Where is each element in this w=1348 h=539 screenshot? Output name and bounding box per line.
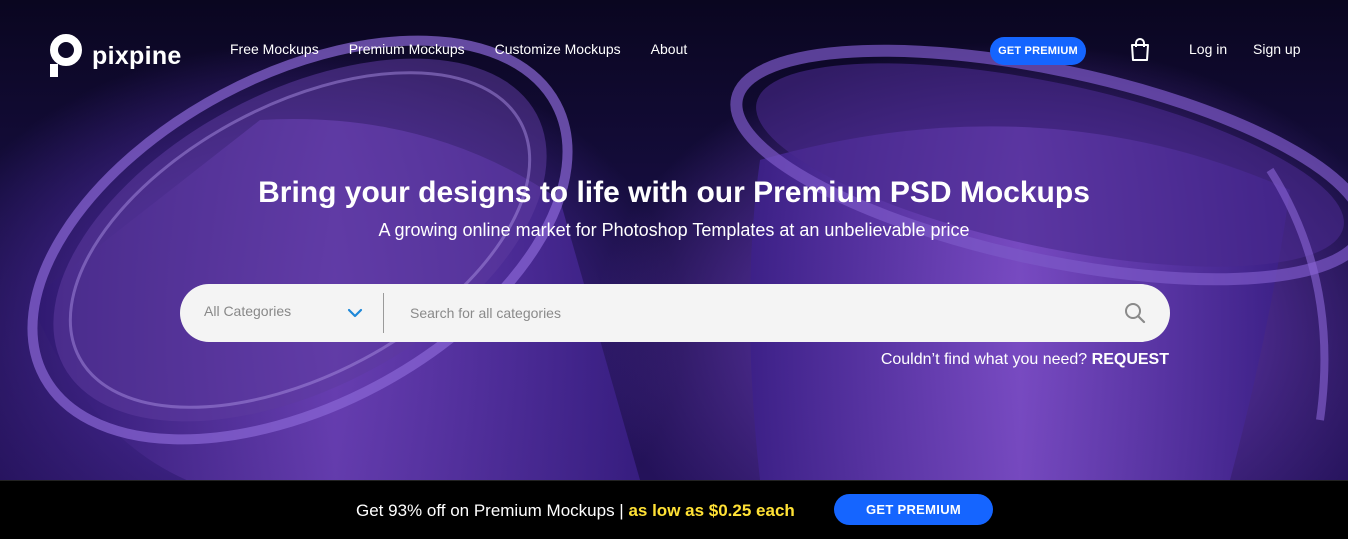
- promo-highlight: as low as $0.25 each: [628, 501, 795, 520]
- login-link[interactable]: Log in: [1189, 41, 1227, 57]
- request-text: Couldn’t find what you need?: [880, 351, 1088, 368]
- request-link[interactable]: REQUEST: [1092, 351, 1169, 368]
- promo-message: Get 93% off on Premium Mockups |: [356, 501, 624, 520]
- search-divider: [383, 293, 384, 333]
- promo-bar: Get 93% off on Premium Mockups | as low …: [0, 480, 1348, 539]
- request-prompt: Couldn’t find what you need? REQUEST: [881, 351, 1169, 369]
- main-nav: Free Mockups Premium Mockups Customize M…: [230, 41, 687, 57]
- pixpine-logo-icon: [50, 34, 82, 78]
- search-input[interactable]: [410, 299, 1110, 327]
- nav-item-free-mockups[interactable]: Free Mockups: [230, 41, 319, 57]
- hero-section: pixpine Free Mockups Premium Mockups Cus…: [0, 0, 1348, 480]
- hero-subtitle: A growing online market for Photoshop Te…: [378, 220, 970, 240]
- promo-text: Get 93% off on Premium Mockups | as low …: [356, 501, 795, 521]
- search-bar: All Categories: [180, 284, 1170, 342]
- search-icon[interactable]: [1124, 302, 1146, 324]
- hero-title: Bring your designs to life with our Prem…: [258, 176, 1090, 209]
- brand-logo[interactable]: pixpine: [50, 34, 182, 78]
- shopping-bag-icon[interactable]: [1129, 38, 1151, 62]
- signup-link[interactable]: Sign up: [1253, 41, 1300, 57]
- nav-item-premium-mockups[interactable]: Premium Mockups: [349, 41, 465, 57]
- chevron-down-icon[interactable]: [346, 306, 364, 320]
- nav-item-customize-mockups[interactable]: Customize Mockups: [495, 41, 621, 57]
- nav-item-about[interactable]: About: [651, 41, 688, 57]
- category-select[interactable]: All Categories: [204, 303, 291, 319]
- get-premium-button-header[interactable]: GET PREMIUM: [990, 37, 1086, 65]
- get-premium-button-promo[interactable]: GET PREMIUM: [834, 494, 993, 525]
- brand-name: pixpine: [92, 41, 182, 70]
